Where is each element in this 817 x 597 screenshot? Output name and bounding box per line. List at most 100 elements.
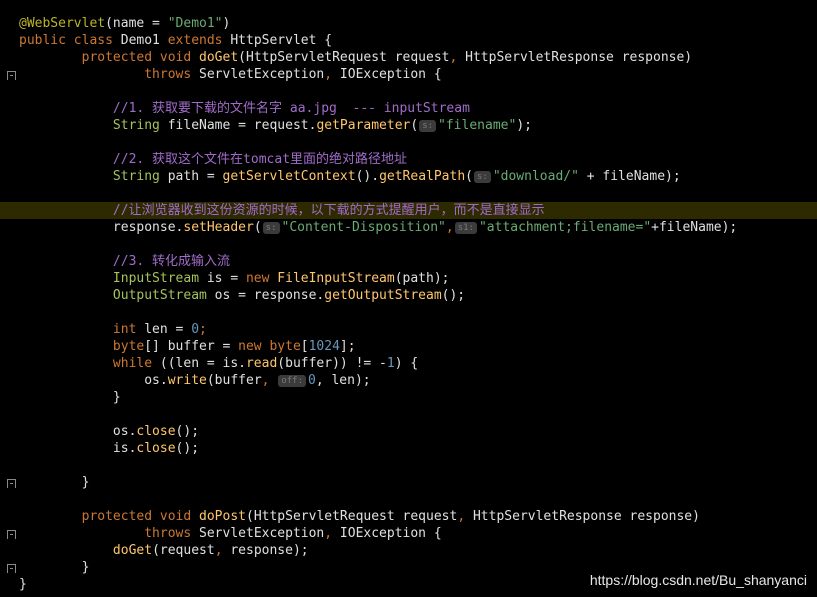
code-comment: //2. 获取这个文件在tomcat里面的绝对路径地址 xyxy=(112,152,408,167)
code-token: [] buffer = xyxy=(144,339,239,354)
code-line: //1. 获取要下载的文件名字 aa.jpg --- inputStream xyxy=(19,100,817,117)
fold-marker-icon[interactable] xyxy=(7,479,16,488)
code-line: int len = 0; xyxy=(19,321,817,338)
keyword-token: extends xyxy=(167,33,223,48)
number-literal: 1024 xyxy=(308,339,340,354)
string-literal: "attachment;filename=" xyxy=(478,220,652,235)
code-token: ; xyxy=(199,322,207,337)
code-line: throws ServletException, IOException { xyxy=(19,525,817,542)
code-token: ) xyxy=(222,16,231,31)
string-literal: "Content-Disposition" xyxy=(281,220,446,235)
code-line: doGet(request, response); xyxy=(19,542,817,559)
code-token: HttpServlet { xyxy=(222,33,333,48)
code-token: ( xyxy=(410,118,419,133)
fold-marker-icon[interactable] xyxy=(7,564,16,573)
keyword-token: throws xyxy=(144,67,192,82)
code-comment: //3. 转化成输入流 xyxy=(112,254,231,269)
code-token: [ xyxy=(300,339,309,354)
class-name: FileInputStream xyxy=(277,271,395,286)
code-token: ( xyxy=(465,169,473,184)
keyword-token: int xyxy=(112,322,137,337)
type-token: String xyxy=(112,118,160,133)
method-name: close xyxy=(136,424,176,439)
code-token: os. xyxy=(144,373,168,388)
type-token: OutputStream xyxy=(112,288,207,303)
fold-marker-icon[interactable] xyxy=(7,530,16,539)
parameter-hint: s: xyxy=(262,222,280,234)
method-name: setHeader xyxy=(183,220,254,235)
code-comment: //1. 获取要下载的文件名字 aa.jpg --- inputStream xyxy=(112,101,470,116)
code-token: ((len = is. xyxy=(152,356,246,371)
keyword-token: while xyxy=(112,356,153,371)
code-token: path = xyxy=(159,169,223,184)
parameter-hint: off: xyxy=(278,375,306,387)
string-literal: "Demo1" xyxy=(167,16,223,31)
code-line: protected void doGet(HttpServletRequest … xyxy=(19,49,817,66)
method-name: getOutputStream xyxy=(324,288,442,303)
code-line: public class Demo1 extends HttpServlet { xyxy=(19,32,817,49)
code-token: , xyxy=(214,543,223,558)
code-token: (request xyxy=(152,543,215,558)
parameter-hint: s: xyxy=(419,120,437,132)
keyword-token: byte xyxy=(261,339,301,354)
code-token: (buffer)) != - xyxy=(277,356,387,371)
code-token: ); xyxy=(516,118,532,133)
code-token: , xyxy=(324,526,333,541)
code-editor[interactable]: @WebServlet(name = "Demo1") public class… xyxy=(0,15,817,593)
code-line: is.close(); xyxy=(19,440,817,457)
code-token: fileName = request. xyxy=(159,118,317,133)
method-name: doGet xyxy=(199,50,239,65)
annotation-token: @WebServlet xyxy=(19,16,106,31)
code-token: is = xyxy=(199,271,246,286)
keyword-token: public class xyxy=(19,33,113,48)
code-token: + fileName); xyxy=(578,169,681,184)
number-literal: 0 xyxy=(308,373,316,388)
type-token: String xyxy=(112,169,160,184)
code-token: is. xyxy=(112,441,137,456)
parameter-hint: s: xyxy=(473,171,491,183)
code-token: HttpServletResponse response) xyxy=(465,509,700,524)
keyword-token: new xyxy=(245,271,270,286)
parameter-hint: s1: xyxy=(454,222,477,234)
watermark: https://blog.csdn.net/Bu_shanyanci xyxy=(589,572,807,588)
code-line: } xyxy=(19,389,817,406)
keyword-token: throws xyxy=(144,526,192,541)
code-token: , xyxy=(445,220,454,235)
code-token: ]; xyxy=(339,339,356,354)
code-token: (HttpServletRequest request xyxy=(246,509,458,524)
code-token: os. xyxy=(112,424,137,439)
method-name: read xyxy=(245,356,278,371)
method-name: doPost xyxy=(199,509,246,524)
code-token: ) { xyxy=(394,356,419,371)
code-token: os = response. xyxy=(206,288,325,303)
code-line: String fileName = request.getParameter(s… xyxy=(19,117,817,134)
code-token: IOException { xyxy=(332,67,442,82)
code-token: response); xyxy=(222,543,309,558)
keyword-token: protected void xyxy=(81,509,192,524)
code-line: response.setHeader(s: "Content-Dispositio… xyxy=(19,219,817,236)
code-token: (); xyxy=(175,424,200,439)
code-line: String path = getServletContext().getRea… xyxy=(19,168,817,185)
code-line: os.close(); xyxy=(19,423,817,440)
code-line: } xyxy=(19,474,817,491)
code-token: } xyxy=(112,390,121,405)
method-name: close xyxy=(136,441,176,456)
code-token: len = xyxy=(136,322,192,337)
code-token: +fileName); xyxy=(651,220,738,235)
editor-gutter xyxy=(0,0,18,597)
code-comment: //让浏览器收到这份资源的时候，以下载的方式提醒用户，而不是直接显示 xyxy=(112,203,545,218)
code-token: (path); xyxy=(394,271,450,286)
code-line: @WebServlet(name = "Demo1") xyxy=(19,15,817,32)
keyword-token: protected void xyxy=(81,50,192,65)
fold-marker-icon[interactable] xyxy=(7,71,16,80)
method-name: doGet xyxy=(112,543,153,558)
string-literal: "download/" xyxy=(492,169,579,184)
number-literal: 0 xyxy=(191,322,200,337)
code-line: throws ServletException, IOException { xyxy=(19,66,817,83)
